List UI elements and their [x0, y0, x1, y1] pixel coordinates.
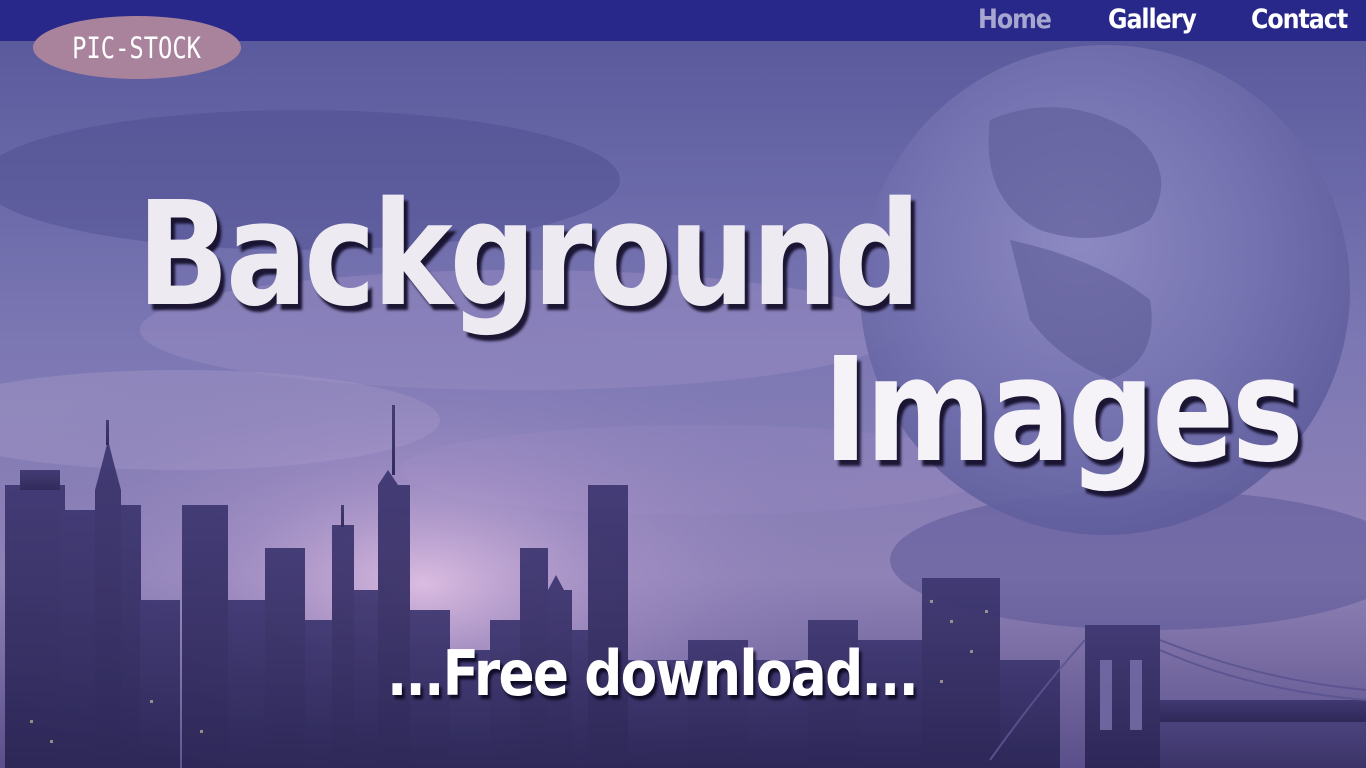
hero-headline-line-2: Images — [823, 326, 1304, 494]
nav-link-gallery[interactable]: Gallery — [1108, 2, 1197, 38]
site-logo-text: PIC-STOCK — [72, 30, 202, 65]
site-logo[interactable]: PIC-STOCK — [33, 16, 241, 79]
nav-link-home[interactable]: Home — [978, 2, 1052, 38]
nav-link-contact[interactable]: Contact — [1251, 2, 1348, 38]
hero-tagline: ...Free download... — [387, 637, 919, 710]
hero-headline-line-1: Background — [137, 170, 921, 338]
